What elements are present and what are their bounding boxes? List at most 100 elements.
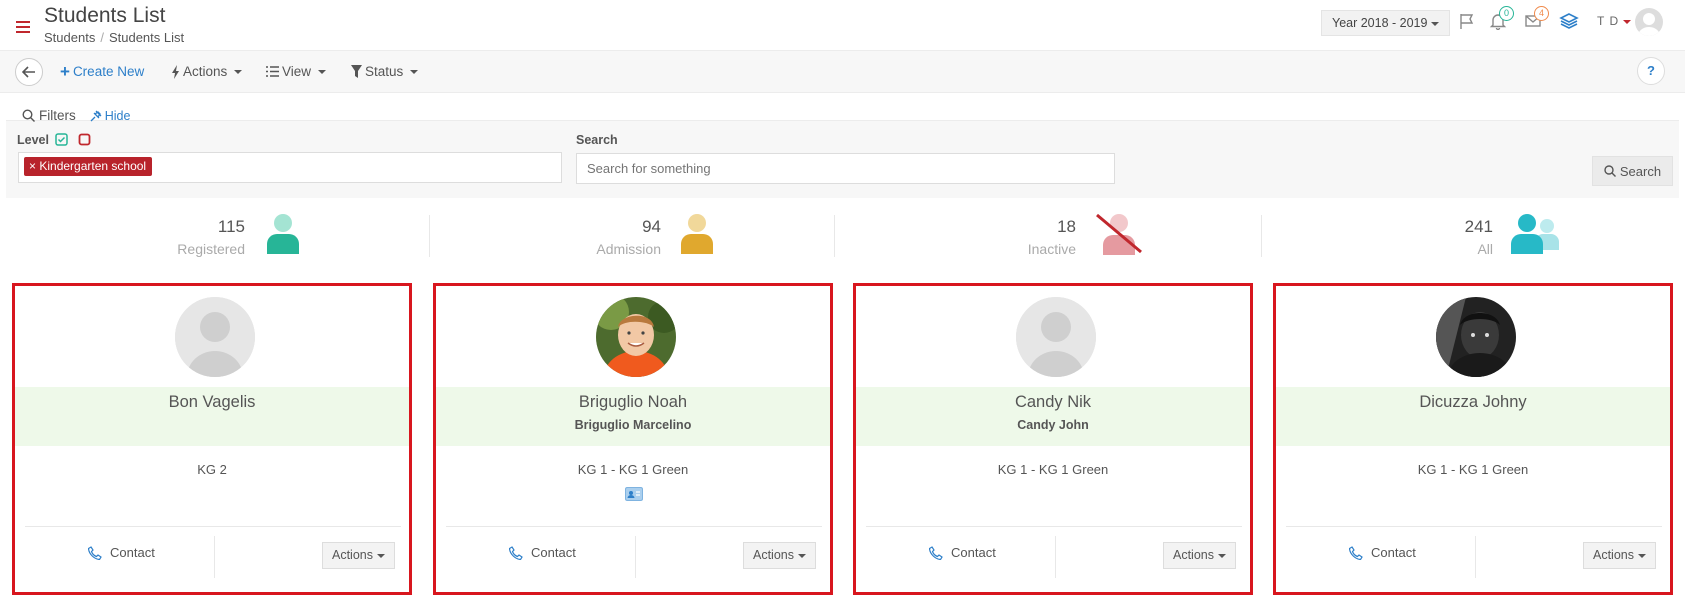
year-selector[interactable]: Year 2018 - 2019 <box>1321 10 1451 36</box>
student-avatar <box>596 297 676 377</box>
mail-icon[interactable]: 4 <box>1524 6 1549 33</box>
stat-label: Registered <box>177 241 245 257</box>
stat-label: Inactive <box>1027 241 1076 257</box>
list-icon <box>266 66 279 77</box>
card-divider <box>866 526 1242 527</box>
hide-filters-label: Hide <box>104 108 131 123</box>
contact-label: Contact <box>951 545 996 560</box>
filter-icon <box>351 65 362 78</box>
search-label: Search <box>576 133 618 147</box>
contact-button[interactable]: Contact <box>1349 545 1416 560</box>
status-menu-label: Status <box>365 64 404 79</box>
card-actions-button[interactable]: Actions <box>1583 542 1656 569</box>
student-class: KG 1 - KG 1 Green <box>1417 462 1529 477</box>
level-tag[interactable]: × Kindergarten school <box>24 157 153 176</box>
search-button-label: Search <box>1619 163 1662 179</box>
card-divider <box>214 536 215 578</box>
id-card-icon[interactable] <box>625 487 643 501</box>
layers-icon[interactable] <box>1559 12 1579 33</box>
stat-divider <box>1261 215 1262 257</box>
phone-icon <box>929 545 943 560</box>
stat-divider <box>834 215 835 257</box>
filters-title: Filters <box>39 108 76 123</box>
level-label: Level <box>17 133 49 147</box>
hide-filters-button[interactable]: Hide <box>90 108 131 123</box>
student-class: KG 1 - KG 1 Green <box>997 462 1109 477</box>
student-card[interactable]: Briguglio Noah Briguglio Marcelino KG 1 … <box>433 283 833 595</box>
parent-name: Briguglio Marcelino <box>574 418 692 432</box>
chevron-down-icon <box>1623 19 1632 24</box>
phone-icon <box>509 545 523 560</box>
student-avatar <box>1436 297 1516 377</box>
student-card[interactable]: Dicuzza Johny KG 1 - KG 1 Green Contact … <box>1273 283 1673 595</box>
stat-all[interactable]: 241 All <box>1293 207 1663 263</box>
card-actions-label: Actions <box>1593 548 1634 562</box>
level-tag-label: Kindergarten school <box>39 159 147 173</box>
card-divider <box>1055 536 1056 578</box>
flag-icon[interactable] <box>1458 12 1476 33</box>
card-actions-button[interactable]: Actions <box>743 542 816 569</box>
card-divider <box>1286 526 1662 527</box>
user-icon <box>267 214 299 254</box>
phone-icon <box>1349 545 1363 560</box>
bell-icon[interactable]: 0 <box>1489 6 1514 33</box>
year-selector-label: Year 2018 - 2019 <box>1332 16 1428 30</box>
student-card[interactable]: Bon Vagelis KG 2 Contact Actions <box>12 283 412 595</box>
arrow-left-icon <box>22 66 35 78</box>
view-menu-button[interactable]: View <box>266 64 327 79</box>
student-name[interactable]: Bon Vagelis <box>15 393 409 412</box>
student-name[interactable]: Briguglio Noah <box>436 393 830 412</box>
actions-menu-button[interactable]: Actions <box>171 64 243 79</box>
remove-tag-icon[interactable]: × <box>29 159 39 173</box>
stat-registered[interactable]: 115 Registered <box>45 207 415 263</box>
contact-label: Contact <box>531 545 576 560</box>
contact-button[interactable]: Contact <box>509 545 576 560</box>
search-input[interactable] <box>576 153 1115 184</box>
chevron-down-icon <box>1638 553 1646 558</box>
student-name[interactable]: Dicuzza Johny <box>1276 393 1670 412</box>
users-icon <box>1511 214 1559 254</box>
student-avatar <box>1016 297 1096 377</box>
chevron-down-icon <box>377 553 385 558</box>
card-actions-button[interactable]: Actions <box>1163 542 1236 569</box>
stat-value: 115 <box>217 217 245 236</box>
user-initials: T D <box>1597 14 1620 28</box>
chevron-down-icon <box>1218 553 1226 558</box>
stat-admission[interactable]: 94 Admission <box>461 207 831 263</box>
messages-badge: 4 <box>1534 6 1549 21</box>
search-button[interactable]: Search <box>1592 156 1673 186</box>
deselect-all-icon[interactable] <box>78 133 91 146</box>
student-card[interactable]: Candy Nik Candy John KG 1 - KG 1 Green C… <box>853 283 1253 595</box>
card-actions-button[interactable]: Actions <box>322 542 395 569</box>
card-divider <box>1475 536 1476 578</box>
notifications-badge: 0 <box>1499 6 1514 21</box>
card-divider <box>25 526 401 527</box>
contact-button[interactable]: Contact <box>929 545 996 560</box>
back-button[interactable] <box>15 58 43 86</box>
toolbar: + Create New Actions View Status ? <box>0 50 1685 93</box>
card-divider <box>635 536 636 578</box>
stat-inactive[interactable]: 18 Inactive <box>876 207 1246 263</box>
student-class: KG 1 - KG 1 Green <box>577 462 689 477</box>
select-all-icon[interactable] <box>55 133 68 146</box>
help-button[interactable]: ? <box>1637 57 1665 85</box>
card-actions-label: Actions <box>332 548 373 562</box>
chevron-down-icon <box>410 69 419 74</box>
contact-button[interactable]: Contact <box>88 545 155 560</box>
level-select[interactable]: × Kindergarten school <box>18 152 562 183</box>
contact-label: Contact <box>1371 545 1416 560</box>
chevron-down-icon <box>234 69 243 74</box>
create-new-button[interactable]: + Create New <box>60 63 144 80</box>
avatar[interactable] <box>1635 8 1663 36</box>
phone-icon <box>88 545 102 560</box>
breadcrumb-students[interactable]: Students <box>44 30 95 45</box>
stat-label: All <box>1477 241 1493 257</box>
top-header: Students List Students / Students List Yea… <box>0 0 1685 50</box>
status-menu-button[interactable]: Status <box>351 64 419 79</box>
parent-name: Candy John <box>1017 418 1089 432</box>
student-name[interactable]: Candy Nik <box>856 393 1250 412</box>
menu-icon[interactable] <box>16 21 30 36</box>
user-menu[interactable]: T D <box>1597 14 1632 28</box>
view-menu-label: View <box>282 64 312 79</box>
search-icon <box>22 109 35 122</box>
